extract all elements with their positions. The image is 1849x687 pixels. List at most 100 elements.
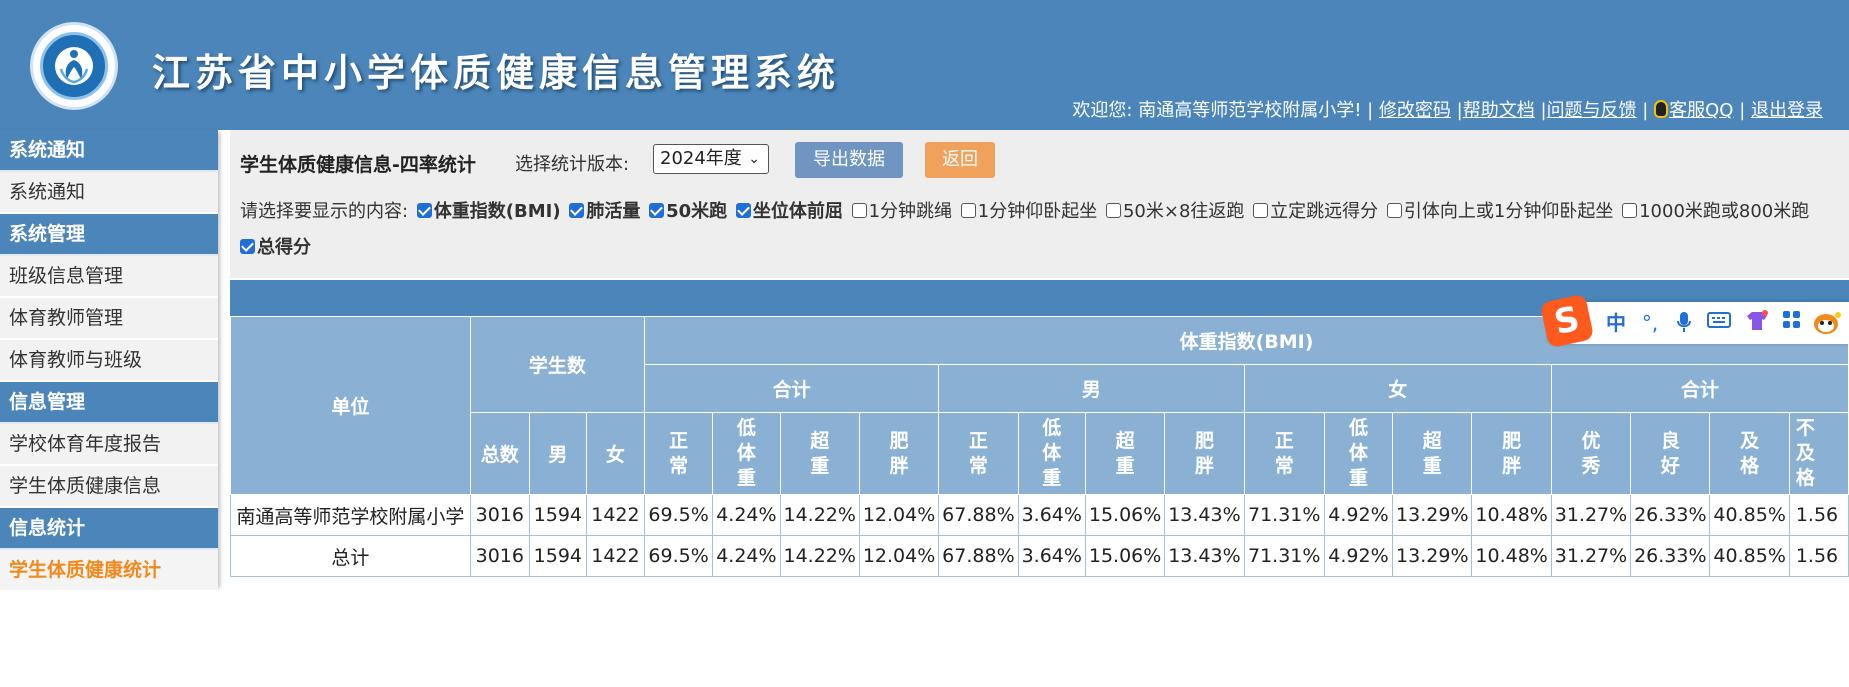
checkbox[interactable] (851, 203, 867, 218)
cell-unit: 总计 (230, 535, 471, 577)
cell: 13.29% (1392, 535, 1473, 577)
checkbox[interactable] (1105, 203, 1121, 218)
header-student-male: 男 (528, 412, 587, 495)
header-label: 肥胖 (1194, 429, 1214, 477)
cell: 15.06% (1084, 494, 1166, 536)
header-underweight: 低体重 (712, 412, 781, 495)
header-label: 超重 (1422, 429, 1442, 477)
cell: 12.04% (858, 535, 940, 577)
sidebar-item-health-stats[interactable]: 学生体质健康统计 (0, 550, 218, 592)
cell: 14.22% (779, 494, 860, 536)
option-sit-and-reach[interactable]: 坐位体前屈 (735, 194, 843, 230)
logout-link[interactable]: 退出登录 (1751, 100, 1823, 121)
separator: | (1642, 100, 1649, 121)
option-pull-ups[interactable]: 引体向上或1分钟仰卧起坐 (1386, 194, 1613, 230)
help-link[interactable]: 帮助文档 (1463, 100, 1535, 121)
mascot-avatar-icon[interactable] (1810, 310, 1844, 336)
checkbox[interactable] (735, 203, 751, 218)
cell: 69.5% (643, 494, 714, 536)
cell: 4.24% (712, 535, 781, 577)
header-label: 低体重 (1348, 417, 1368, 489)
option-rope-skip[interactable]: 1分钟跳绳 (851, 194, 953, 230)
header-normal: 正常 (643, 412, 714, 495)
version-label: 选择统计版本: (515, 154, 630, 175)
option-shuttle-run[interactable]: 50米×8往返跑 (1105, 194, 1245, 230)
checkbox[interactable] (240, 239, 255, 254)
ime-mode-toggle[interactable]: 中 (1602, 310, 1630, 336)
back-button[interactable]: 返回 (925, 142, 995, 178)
cell: 69.5% (643, 535, 714, 577)
cell: 14.22% (779, 535, 860, 577)
option-label: 1分钟仰卧起坐 (977, 201, 1098, 222)
cell: 4.92% (1323, 494, 1394, 536)
cell: 13.43% (1164, 494, 1245, 536)
header-underweight: 低体重 (1323, 412, 1394, 495)
sidebar-item-teacher-class[interactable]: 体育教师与班级 (0, 340, 218, 382)
checkbox[interactable] (569, 203, 585, 218)
sidebar: 系统通知 系统通知 系统管理 班级信息管理 体育教师管理 体育教师与班级 信息管… (0, 130, 218, 592)
ime-toolbar[interactable]: S 中 °, (1539, 293, 1849, 349)
change-password-link[interactable]: 修改密码 (1379, 100, 1451, 121)
cell-unit: 南通高等师范学校附属小学 (230, 494, 471, 536)
option-long-jump[interactable]: 立定跳远得分 (1253, 194, 1378, 230)
header-obese: 肥胖 (1471, 412, 1552, 495)
sidebar-section-system[interactable]: 系统管理 (0, 214, 218, 256)
sidebar-section-notice[interactable]: 系统通知 (0, 130, 218, 172)
sogou-logo-icon[interactable]: S (1539, 293, 1595, 349)
chevron-down-icon: ⌄ (748, 151, 760, 167)
header-pass: 及格 (1709, 412, 1790, 495)
option-vital-capacity[interactable]: 肺活量 (569, 194, 640, 230)
header-unit: 单位 (230, 316, 471, 495)
toolbox-grid-icon[interactable] (1778, 310, 1806, 336)
header-label: 及格 (1740, 429, 1760, 477)
cell: 3016 (469, 535, 530, 577)
sidebar-item-system-notice[interactable]: 系统通知 (0, 172, 218, 214)
cell: 3.64% (1017, 494, 1086, 536)
header-excellent: 优秀 (1550, 412, 1632, 495)
punctuation-icon[interactable]: °, (1636, 310, 1664, 336)
header-overweight: 超重 (1084, 412, 1166, 495)
app-header: 江苏省中小学体质健康信息管理系统 欢迎您: 南通高等师范学校附属小学! | 修改… (0, 0, 1849, 130)
checkbox[interactable] (1253, 203, 1269, 218)
cell: 1.56 (1788, 535, 1849, 577)
sidebar-section-info[interactable]: 信息管理 (0, 382, 218, 424)
cell: 4.92% (1323, 535, 1394, 577)
checkbox[interactable] (416, 203, 432, 218)
option-label: 50米×8往返跑 (1122, 201, 1245, 222)
option-50m-run[interactable]: 50米跑 (649, 194, 727, 230)
header-good: 良好 (1630, 412, 1711, 495)
option-label: 50米跑 (666, 201, 728, 222)
header-label: 不及格 (1795, 417, 1815, 489)
header-label: 低体重 (736, 417, 756, 489)
qq-support-link[interactable]: 客服QQ (1669, 100, 1733, 121)
option-label: 1分钟跳绳 (868, 201, 953, 222)
sidebar-item-health-info[interactable]: 学生体质健康信息 (0, 466, 218, 508)
stats-table: 单位 学生数 体重指数(BMI) 合计 男 女 合计 总数 男 女 正常 低体重… (230, 316, 1849, 577)
sidebar-item-class-info[interactable]: 班级信息管理 (0, 256, 218, 298)
sidebar-section-stats[interactable]: 信息统计 (0, 508, 218, 550)
option-label: 立定跳远得分 (1270, 201, 1379, 222)
option-total-score[interactable]: 总得分 (240, 230, 311, 266)
checkbox[interactable] (960, 203, 976, 218)
header-label: 超重 (810, 429, 830, 477)
feedback-link[interactable]: 问题与反馈 (1547, 100, 1637, 121)
option-bmi[interactable]: 体重指数(BMI) (416, 194, 561, 230)
header-label: 肥胖 (889, 429, 909, 477)
sidebar-item-annual-report[interactable]: 学校体育年度报告 (0, 424, 218, 466)
option-sit-ups[interactable]: 1分钟仰卧起坐 (960, 194, 1098, 230)
skin-shirt-icon[interactable] (1742, 310, 1772, 336)
checkbox[interactable] (649, 203, 665, 218)
checkbox[interactable] (1622, 203, 1638, 218)
checkbox[interactable] (1386, 203, 1402, 218)
option-label: 1000米跑或800米跑 (1639, 201, 1810, 222)
export-button[interactable]: 导出数据 (795, 142, 903, 178)
header-label: 超重 (1115, 429, 1135, 477)
keyboard-icon[interactable] (1704, 310, 1734, 336)
version-select[interactable]: 2024年度 ⌄ (653, 144, 769, 174)
header-label: 良好 (1660, 429, 1680, 477)
header-label: 正常 (1274, 429, 1294, 477)
microphone-icon[interactable] (1670, 310, 1698, 336)
cell: 1594 (528, 494, 587, 536)
option-distance-run[interactable]: 1000米跑或800米跑 (1622, 194, 1809, 230)
sidebar-item-pe-teachers[interactable]: 体育教师管理 (0, 298, 218, 340)
